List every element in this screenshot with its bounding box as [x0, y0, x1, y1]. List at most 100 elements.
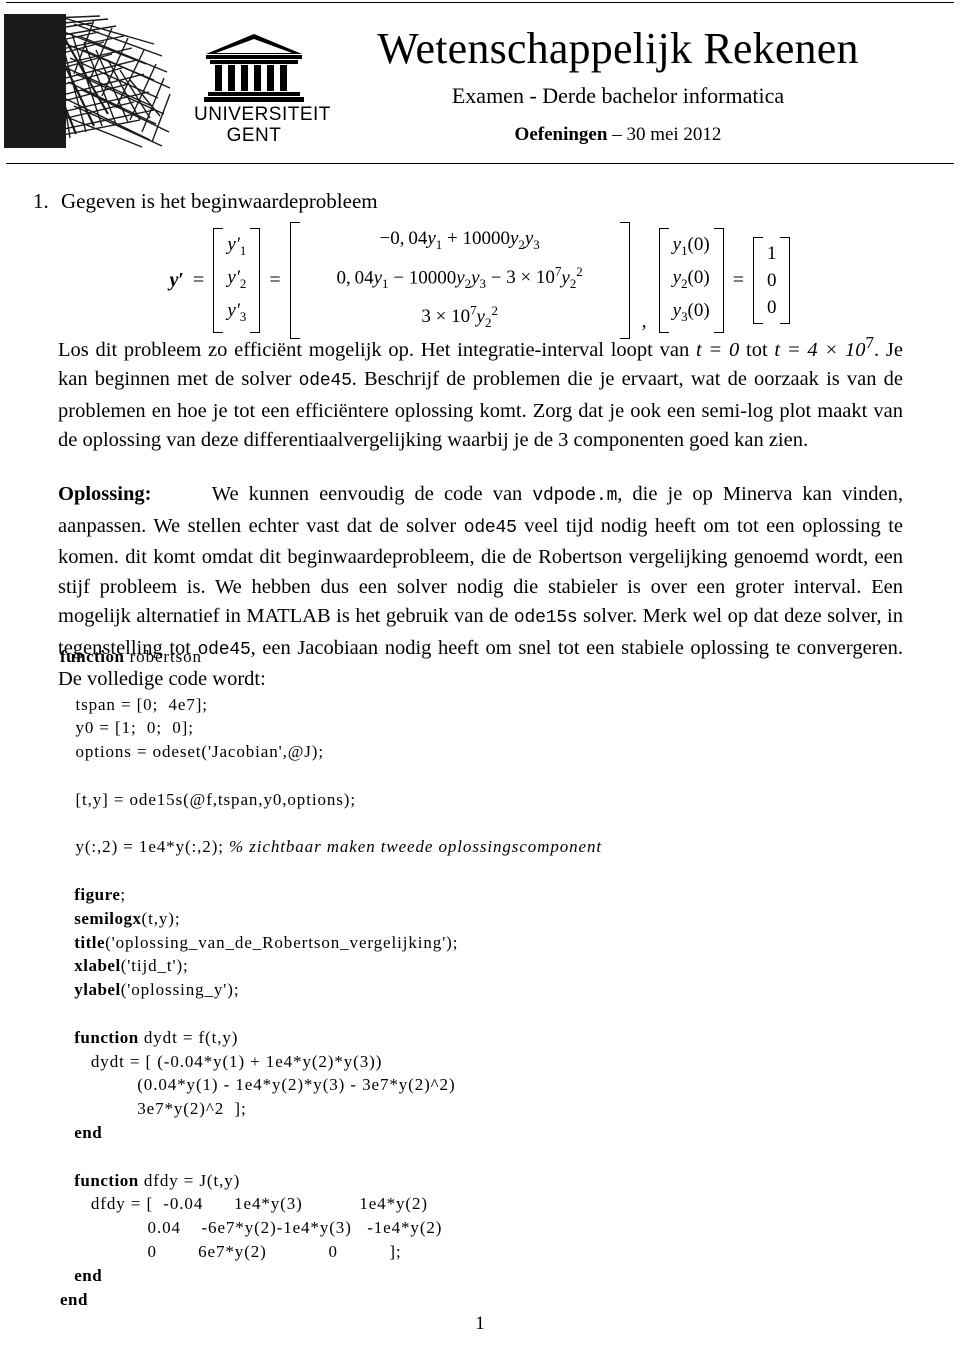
initial-condition-vector: y1(0) y2(0) y3(0): [658, 228, 724, 333]
code-line: xlabel('tijd_t');: [60, 954, 602, 978]
code-text: (t,y);: [141, 908, 181, 928]
matrix-cell: y′3: [227, 299, 247, 324]
page-number: 1: [475, 1313, 485, 1334]
para2-text-a: We kunnen eenvoudig de code van: [211, 483, 533, 505]
para1-t0: t = 0: [695, 338, 740, 361]
ugent-scribble-icon: [4, 14, 174, 148]
matrix-cell: y3(0): [672, 299, 710, 324]
code-line: options = odeset('Jacobian',@J);: [60, 740, 602, 764]
ugent-temple-icon: UNIVERSITEIT GENT: [194, 32, 331, 146]
code-line: 0.04 -6e7*y(2)-1e4*y(3) -1e4*y(2): [60, 1216, 602, 1240]
inline-code-ode45-2: ode45: [463, 517, 517, 538]
code-text: [t,y] = ode15s(@f,tspan,y0,options);: [60, 789, 356, 809]
exam-type-label: Oefeningen: [514, 124, 608, 145]
code-line: tspan = [0; 4e7];: [60, 693, 602, 717]
code-line: function dydt = f(t,y): [60, 1026, 602, 1050]
matrix-cell: 0: [766, 270, 777, 292]
question-prompt: Gegeven is het beginwaardeprobleem: [61, 189, 378, 213]
ugent-logo-line1: UNIVERSITEIT: [194, 104, 331, 125]
code-line: end: [60, 1264, 602, 1288]
initial-values-vector: 1 0 0: [752, 237, 791, 325]
para1-text-a: Los dit probleem zo efficiënt mogelijk o…: [58, 338, 696, 361]
exam-date-label: – 30 mei 2012: [612, 124, 722, 145]
bracket-right-3: [713, 228, 724, 333]
bracket-right-4: [780, 237, 791, 325]
code-keyword: function: [60, 647, 125, 666]
bracket-left-4: [752, 237, 763, 325]
code-line: y(:,2) = 1e4*y(:,2); % zichtbaar maken t…: [60, 835, 602, 859]
matrix-cell: 0, 04y1 − 10000y2y3 − 3 × 107y22: [336, 263, 583, 291]
code-line: figure;: [60, 883, 602, 907]
code-keyword: figure: [60, 884, 121, 904]
code-keyword: xlabel: [60, 956, 121, 976]
matrix-cell: 0: [766, 297, 777, 319]
inline-code-ode45-1: ode45: [298, 371, 352, 392]
code-line: dydt = [ (-0.04*y(1) + 1e4*y(2)*y(3)): [60, 1050, 602, 1074]
bracket-right-1: [250, 228, 261, 333]
bracket-left-2: [289, 222, 300, 340]
solution-label: Oplossing:: [58, 483, 152, 505]
y-prime-vector: y′1 y′2 y′3: [213, 228, 261, 333]
code-keyword: end: [60, 1289, 88, 1309]
code-line: 3e7*y(2)^2 ];: [60, 1097, 602, 1121]
code-line: title('oplossing_van_de_Robertson_vergel…: [60, 931, 602, 955]
para1-t1-exponent: 7: [865, 333, 875, 352]
rhs-matrix: −0, 04y1 + 10000y2y3 0, 04y1 − 10000y2y3…: [289, 222, 630, 340]
matrix-cell: y1(0): [672, 234, 710, 259]
code-line: 0 6e7*y(2) 0 ];: [60, 1240, 602, 1264]
code-text: robertson: [124, 647, 202, 666]
code-text: 0.04 -6e7*y(2)-1e4*y(3) -1e4*y(2): [60, 1218, 443, 1238]
code-text: dydt = f(t,y): [138, 1027, 239, 1047]
ugent-logo-line2: GENT: [226, 125, 282, 146]
code-text: dydt = [ (-0.04*y(1) + 1e4*y(2)*y(3)): [60, 1051, 383, 1071]
code-line: function robertson: [60, 645, 602, 669]
problem-statement-paragraph: Los dit probleem zo efficiënt mogelijk o…: [58, 328, 903, 456]
matrix-cell: y′1: [227, 234, 247, 259]
question-heading: 1. Gegeven is het beginwaardeprobleem: [33, 188, 378, 214]
code-text: dfdy = J(t,y): [138, 1170, 241, 1190]
code-text: 0 6e7*y(2) 0 ];: [60, 1241, 402, 1261]
page-subtitle: Examen - Derde bachelor informatica: [451, 83, 785, 108]
code-text: (0.04*y(1) - 1e4*y(2)*y(3) - 3e7*y(2)^2): [60, 1075, 456, 1095]
code-line: end: [60, 1121, 602, 1145]
code-text: ('oplossing_van_de_Robertson_vergelijkin…: [105, 932, 459, 952]
code-line: [t,y] = ode15s(@f,tspan,y0,options);: [60, 788, 602, 812]
code-text: ('oplossing_y');: [120, 980, 240, 1000]
matrix-cell: y′2: [227, 267, 247, 291]
code-comment: % zichtbaar maken tweede oplossingscompo…: [229, 837, 602, 857]
code-keyword: title: [60, 932, 106, 952]
code-text: ('tijd_t');: [120, 956, 189, 976]
code-line: end: [60, 1288, 602, 1312]
code-text: y0 = [1; 0; 0];: [60, 718, 194, 738]
equation-lhs-symbol: y′: [169, 269, 185, 292]
code-line: function dfdy = J(t,y): [60, 1169, 602, 1193]
header-bottom-rule: [6, 163, 954, 164]
code-line: y0 = [1; 0; 0];: [60, 716, 602, 740]
ugent-logo: UNIVERSITEIT GENT: [4, 14, 331, 148]
matrix-cell: −0, 04y1 + 10000y2y3: [379, 228, 540, 252]
equals-sign-3: =: [732, 269, 744, 292]
code-keyword: semilogx: [60, 908, 142, 928]
code-line: (0.04*y(1) - 1e4*y(2)*y(3) - 3e7*y(2)^2): [60, 1073, 602, 1097]
inline-code-vdpode: vdpode.m: [532, 486, 618, 506]
bracket-right-2: [619, 222, 630, 340]
code-text: dfdy = [ -0.04 1e4*y(3) 1e4*y(2): [60, 1194, 428, 1214]
question-number: 1.: [33, 189, 49, 213]
code-text: y(:,2) = 1e4*y(:,2);: [60, 837, 230, 857]
code-text: options = odeset('Jacobian',@J);: [60, 742, 324, 762]
matrix-cell: 1: [766, 243, 777, 265]
code-keyword: function: [60, 1027, 139, 1047]
equals-sign-2: =: [269, 269, 281, 292]
code-line: semilogx(t,y);: [60, 907, 602, 931]
code-line: dfdy = [ -0.04 1e4*y(3) 1e4*y(2): [60, 1192, 602, 1216]
bracket-left-1: [213, 228, 224, 333]
header-top-rule: [6, 2, 954, 3]
matlab-code-listing: function robertson tspan = [0; 4e7]; y0 …: [60, 645, 602, 1311]
exam-date-line: Oefeningen – 30 mei 2012: [318, 123, 918, 147]
page-header: UNIVERSITEIT GENT Wetenschappelijk Reken…: [0, 10, 960, 160]
